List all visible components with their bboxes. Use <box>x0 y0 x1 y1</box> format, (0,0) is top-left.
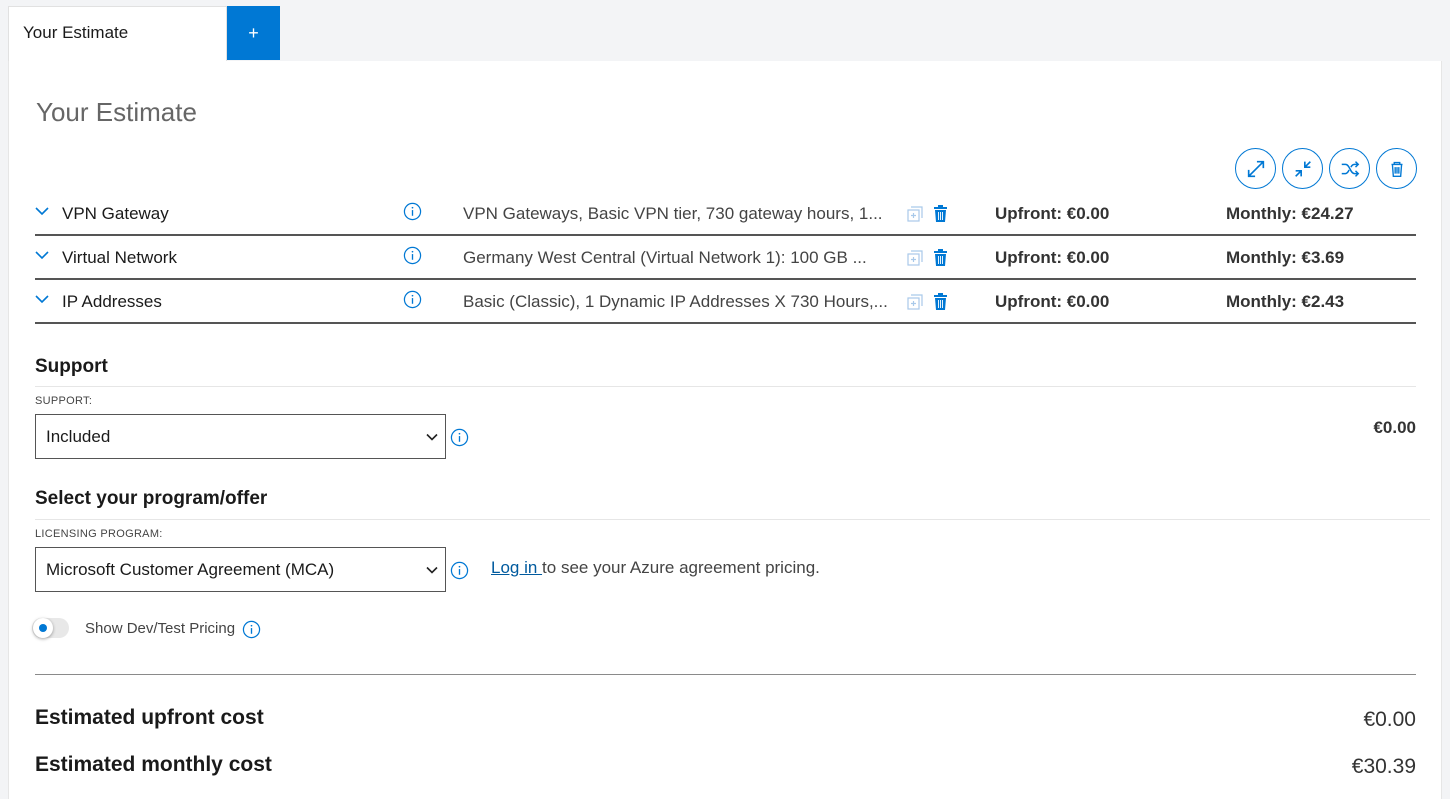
support-label: SUPPORT: <box>35 395 93 407</box>
login-prompt: Log in to see your Azure agreement prici… <box>491 558 820 578</box>
clone-icon[interactable] <box>907 294 923 310</box>
support-select[interactable]: Included <box>35 414 446 459</box>
chevron-down-icon <box>426 566 438 574</box>
item-name: VPN Gateway <box>62 204 169 223</box>
estimated-monthly-value: €30.39 <box>1351 755 1416 778</box>
shuffle-button[interactable] <box>1329 148 1370 189</box>
devtest-pricing-label: Show Dev/Test Pricing <box>85 620 236 637</box>
info-icon[interactable] <box>450 561 469 580</box>
chevron-down-icon[interactable] <box>35 248 49 262</box>
program-heading: Select your program/offer <box>35 488 268 509</box>
item-upfront-cost: Upfront: €0.00 <box>995 248 1110 267</box>
estimated-upfront-label: Estimated upfront cost <box>35 706 264 729</box>
tab-bar: Your Estimate + <box>0 0 1450 61</box>
chevron-down-icon[interactable] <box>35 204 49 218</box>
toggle-indicator <box>39 624 47 632</box>
item-description: Basic (Classic), 1 Dynamic IP Addresses … <box>463 292 888 311</box>
item-upfront-cost: Upfront: €0.00 <box>995 204 1110 223</box>
licensing-program-select[interactable]: Microsoft Customer Agreement (MCA) <box>35 547 446 592</box>
estimate-row-vpn-gateway: VPN Gateway VPN Gateways, Basic VPN tier… <box>35 192 1416 236</box>
item-upfront-cost: Upfront: €0.00 <box>995 292 1110 311</box>
divider <box>35 519 1430 520</box>
estimated-monthly-label: Estimated monthly cost <box>35 753 272 776</box>
info-icon[interactable] <box>403 290 422 309</box>
support-price: €0.00 <box>1373 418 1416 437</box>
divider <box>35 386 1416 387</box>
trash-icon[interactable] <box>933 249 948 266</box>
support-heading: Support <box>35 356 108 377</box>
estimate-row-ip-addresses: IP Addresses Basic (Classic), 1 Dynamic … <box>35 280 1416 324</box>
clone-icon[interactable] <box>907 206 923 222</box>
licensing-program-selected-value: Microsoft Customer Agreement (MCA) <box>46 560 335 579</box>
page-title: Your Estimate <box>36 97 197 127</box>
info-icon[interactable] <box>242 620 261 639</box>
delete-all-button[interactable] <box>1376 148 1417 189</box>
licensing-program-label: LICENSING PROGRAM: <box>35 528 163 540</box>
item-monthly-cost: Monthly: €24.27 <box>1226 204 1354 223</box>
item-monthly-cost: Monthly: €3.69 <box>1226 248 1345 267</box>
item-name: IP Addresses <box>62 292 162 311</box>
add-estimate-button[interactable]: + <box>227 6 280 60</box>
trash-icon[interactable] <box>933 293 948 310</box>
chevron-down-icon <box>426 433 438 441</box>
estimated-upfront-value: €0.00 <box>1363 708 1416 731</box>
collapse-all-icon <box>1294 160 1311 177</box>
item-description: Germany West Central (Virtual Network 1)… <box>463 248 867 267</box>
item-description: VPN Gateways, Basic VPN tier, 730 gatewa… <box>463 204 883 223</box>
expand-all-icon <box>1247 160 1264 177</box>
shuffle-icon <box>1341 160 1359 177</box>
chevron-down-icon[interactable] <box>35 292 49 306</box>
trash-icon[interactable] <box>933 205 948 222</box>
estimate-row-virtual-network: Virtual Network Germany West Central (Vi… <box>35 236 1416 280</box>
info-icon[interactable] <box>403 202 422 221</box>
tab-your-estimate[interactable]: Your Estimate <box>8 6 227 61</box>
info-icon[interactable] <box>450 428 469 447</box>
info-icon[interactable] <box>403 246 422 265</box>
expand-all-button[interactable] <box>1235 148 1276 189</box>
clone-icon[interactable] <box>907 250 923 266</box>
collapse-all-button[interactable] <box>1282 148 1323 189</box>
item-monthly-cost: Monthly: €2.43 <box>1226 292 1345 311</box>
support-selected-value: Included <box>46 427 111 446</box>
item-name: Virtual Network <box>62 248 177 267</box>
login-prompt-text: to see your Azure agreement pricing. <box>542 558 820 577</box>
login-link[interactable]: Log in <box>491 558 542 577</box>
devtest-pricing-toggle[interactable] <box>32 618 69 638</box>
delete-all-icon <box>1391 161 1402 177</box>
totals-divider <box>35 674 1416 675</box>
